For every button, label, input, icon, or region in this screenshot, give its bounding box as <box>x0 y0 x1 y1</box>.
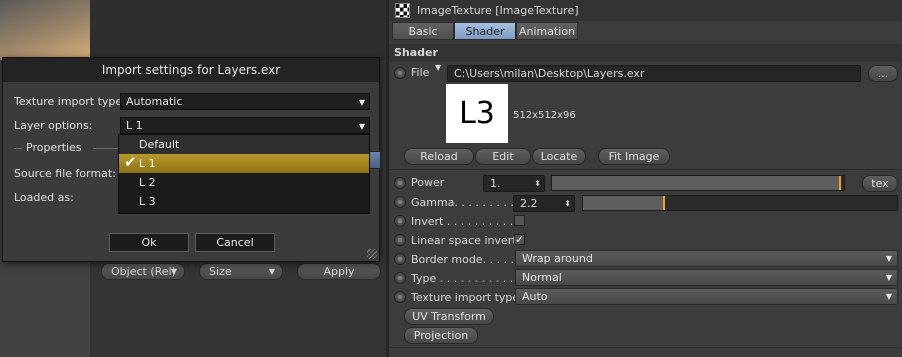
linear-space-invert-label: Linear space invert <box>411 234 517 247</box>
texture-import-type-value: Auto <box>522 290 548 303</box>
animation-dot-icon[interactable] <box>394 67 406 79</box>
texture-import-type-value: Automatic <box>126 95 183 108</box>
layer-options-label: Layer options: <box>14 119 93 132</box>
projection-button[interactable]: Projection <box>404 327 478 344</box>
power-slider-fill <box>552 176 841 190</box>
caret-down-icon[interactable]: ▼ <box>435 63 441 72</box>
texture-import-type-label: Texture import type <box>411 291 520 304</box>
border-mode-dropdown[interactable]: Wrap around ▼ <box>515 250 898 267</box>
animation-dot-icon[interactable] <box>394 177 406 189</box>
tab-basic[interactable]: Basic <box>392 22 454 40</box>
gamma-slider[interactable] <box>582 195 898 211</box>
texture-import-type-label: Texture import type: <box>14 95 126 108</box>
panel-title: ImageTexture [ImageTexture] <box>417 4 579 17</box>
panel-titlebar: ImageTexture [ImageTexture] <box>389 0 902 21</box>
object-rel-dropdown[interactable]: Object (Rel) ▼ <box>101 263 185 280</box>
option-label: L 1 <box>139 157 156 170</box>
option-l1[interactable]: ✔ L 1 <box>119 153 369 173</box>
border-mode-label: Border mode. . . . . <box>411 253 515 266</box>
power-label: Power <box>411 176 445 189</box>
browse-button[interactable]: ... <box>868 65 898 82</box>
texture-preview: L3 <box>446 84 508 143</box>
resize-grip-icon[interactable] <box>367 249 377 259</box>
image-texture-icon <box>395 3 410 18</box>
size-label: Size <box>209 265 232 278</box>
animation-dot-icon[interactable] <box>394 253 406 265</box>
ok-button[interactable]: Ok <box>109 233 189 252</box>
layer-options-value: L 1 <box>126 119 143 132</box>
option-l3[interactable]: L 3 <box>119 192 369 211</box>
chevron-down-icon: ▼ <box>358 98 365 107</box>
chevron-down-icon: ▼ <box>885 292 892 301</box>
properties-group-label: Properties <box>26 141 82 154</box>
gamma-label: Gamma. . . . . . . . . . <box>411 196 521 209</box>
file-label: File <box>411 66 430 79</box>
chevron-down-icon: ▼ <box>170 267 177 276</box>
layer-options-select[interactable]: L 1 ▼ <box>120 117 370 134</box>
size-dropdown[interactable]: Size ▼ <box>199 263 283 280</box>
apply-button[interactable]: Apply <box>297 263 381 280</box>
tab-animation[interactable]: Animation <box>516 22 578 40</box>
dialog-title[interactable]: Import settings for Layers.exr <box>3 58 379 82</box>
tex-button[interactable]: tex <box>862 175 898 192</box>
gamma-slider-fill <box>583 196 665 210</box>
gamma-input[interactable]: 2.2 ⬍ <box>513 195 575 212</box>
resolution-text: 512x512x96 <box>513 110 576 121</box>
fit-image-button[interactable]: Fit Image <box>598 148 670 165</box>
object-rel-label: Object (Rel) <box>111 265 176 278</box>
power-value: 1. <box>490 177 501 190</box>
texture-import-type-dropdown[interactable]: Auto ▼ <box>515 288 898 305</box>
uv-transform-button[interactable]: UV Transform <box>404 308 494 325</box>
group-line <box>14 148 22 149</box>
border-mode-value: Wrap around <box>522 252 593 265</box>
viewport-preview <box>0 0 90 60</box>
animation-dot-icon[interactable] <box>394 272 406 284</box>
transform-toolbar: Object (Rel) ▼ Size ▼ Apply <box>95 260 385 284</box>
file-path-field[interactable]: C:\Users\milan\Desktop\Layers.exr <box>447 65 861 82</box>
stepper-icon[interactable]: ⬍ <box>534 176 541 191</box>
reload-button[interactable]: Reload <box>404 148 474 165</box>
chevron-down-icon: ▼ <box>885 254 892 263</box>
layer-options-popup: Default ✔ L 1 L 2 L 3 <box>118 134 370 214</box>
loaded-as-label: Loaded as: <box>14 191 74 204</box>
type-label: Type . . . . . . . . . . . <box>411 272 514 285</box>
option-default[interactable]: Default <box>119 135 369 154</box>
checkmark-icon: ✔ <box>124 153 137 171</box>
divider <box>389 169 902 170</box>
power-slider[interactable] <box>551 175 845 191</box>
source-file-format-label: Source file format: <box>14 167 116 180</box>
chevron-down-icon: ▼ <box>358 122 365 131</box>
tab-shader[interactable]: Shader <box>454 22 516 40</box>
texture-import-type-select[interactable]: Automatic ▼ <box>120 93 370 110</box>
gamma-value: 2.2 <box>520 197 538 210</box>
edit-button[interactable]: Edit <box>475 148 531 165</box>
section-header: Shader <box>389 44 902 62</box>
option-label: L 2 <box>139 176 156 189</box>
cancel-button[interactable]: Cancel <box>195 233 275 252</box>
stepper-icon[interactable]: ⬍ <box>564 196 571 211</box>
chevron-down-icon: ▼ <box>885 273 892 282</box>
gamma-slider-handle[interactable] <box>663 196 665 210</box>
locate-button[interactable]: Locate <box>532 148 586 165</box>
power-slider-handle[interactable] <box>839 176 841 190</box>
option-label: Default <box>139 138 180 151</box>
linear-space-invert-checkbox[interactable]: ✓ <box>514 234 525 245</box>
divider <box>389 347 902 348</box>
type-value: Normal <box>522 271 562 284</box>
power-input[interactable]: 1. ⬍ <box>483 175 545 192</box>
type-dropdown[interactable]: Normal ▼ <box>515 269 898 286</box>
animation-dot-icon[interactable] <box>394 196 406 208</box>
group-line <box>93 148 119 149</box>
invert-checkbox[interactable] <box>514 215 525 226</box>
chevron-down-icon: ▼ <box>268 267 275 276</box>
animation-dot-icon[interactable] <box>394 291 406 303</box>
attribute-panel: ImageTexture [ImageTexture] Basic Shader… <box>389 0 902 357</box>
invert-label: Invert . . . . . . . . . . <box>411 215 514 228</box>
viewport-toolbar <box>90 0 390 60</box>
option-label: L 3 <box>139 195 156 208</box>
animation-dot-icon[interactable] <box>394 234 406 246</box>
animation-dot-icon[interactable] <box>394 215 406 227</box>
option-l2[interactable]: L 2 <box>119 173 369 192</box>
